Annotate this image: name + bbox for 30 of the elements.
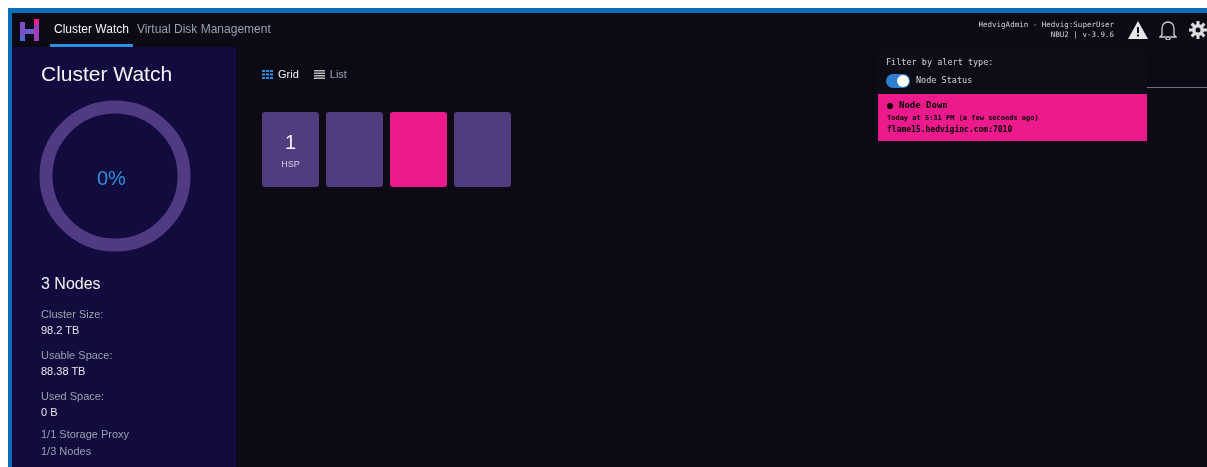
- proxy-tile[interactable]: 1 HSP: [262, 111, 319, 187]
- node-tile[interactable]: [390, 111, 447, 187]
- summary-text: 1/3 Nodes: [41, 445, 93, 458]
- filter-heading: Filter by alert type:: [886, 56, 995, 69]
- gauge-percentage: 0%: [97, 166, 126, 191]
- stat-label: Cluster Size:: [41, 307, 105, 321]
- stat-value: 98.2 TB: [41, 323, 81, 337]
- bullet-icon: [887, 102, 893, 109]
- logo-icon: [20, 19, 39, 41]
- bell-icon[interactable]: [1159, 20, 1177, 40]
- alert-host: flame15.hedviginc.com:7010: [887, 123, 1014, 136]
- sidebar-title: Cluster Watch: [41, 61, 174, 87]
- view-toggle[interactable]: List: [313, 66, 347, 83]
- settings-icon[interactable]: [1189, 21, 1207, 39]
- filter-label: Node Status: [916, 74, 973, 88]
- alert-title: Node Down: [899, 98, 948, 112]
- list-icon: [313, 69, 325, 79]
- nav-tab[interactable]: Virtual Disk Management: [132, 13, 275, 47]
- grid-icon: [262, 69, 273, 79]
- node-tile[interactable]: [454, 111, 511, 187]
- warning-icon[interactable]: [1128, 21, 1148, 39]
- node-count: 3 Nodes: [41, 274, 102, 294]
- stat-value: 0 B: [41, 405, 59, 419]
- stat-label: Usable Space:: [41, 348, 114, 362]
- stat-label: Used Space:: [41, 389, 105, 403]
- summary-text: 1/1 Storage Proxy: [41, 428, 131, 441]
- toggle-switch[interactable]: [886, 73, 910, 88]
- view-toggle[interactable]: Grid: [262, 66, 299, 83]
- node-tile[interactable]: [326, 111, 383, 187]
- stat-value: 88.38 TB: [41, 364, 87, 378]
